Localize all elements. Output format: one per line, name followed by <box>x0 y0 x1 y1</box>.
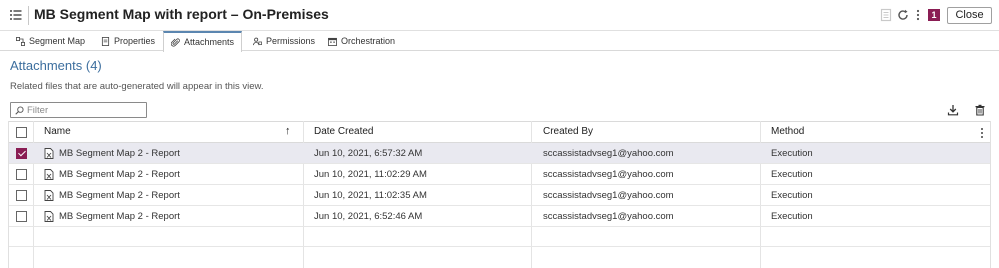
sort-ascending-icon[interactable]: ↑ <box>285 125 291 137</box>
close-button[interactable]: Close <box>947 7 992 24</box>
title-separator <box>28 6 29 25</box>
table-row[interactable]: MB Segment Map 2 - Report Jun 10, 2021, … <box>9 206 990 227</box>
row-method: Execution <box>771 169 813 180</box>
row-date-created: Jun 10, 2021, 11:02:35 AM <box>314 190 427 201</box>
document-icon[interactable] <box>879 8 893 22</box>
report-file-icon <box>44 211 54 222</box>
paperclip-icon <box>171 38 180 47</box>
table-row[interactable]: MB Segment Map 2 - Report Jun 10, 2021, … <box>9 164 990 185</box>
column-header-date-created[interactable]: Date Created <box>314 126 373 137</box>
report-file-icon <box>44 190 54 201</box>
row-created-by: sccassistadvseg1@yahoo.com <box>543 148 674 159</box>
attachments-table: Name ↑ Date Created Created By Method MB… <box>8 121 991 268</box>
more-options-icon[interactable] <box>911 8 925 22</box>
refresh-icon[interactable] <box>896 8 910 22</box>
tab-attachments[interactable]: Attachments <box>163 31 243 52</box>
tab-label: Segment Map <box>29 35 86 46</box>
column-header-method[interactable]: Method <box>771 126 804 137</box>
row-checkbox[interactable] <box>16 211 27 222</box>
row-name: MB Segment Map 2 - Report <box>59 148 180 159</box>
row-created-by: sccassistadvseg1@yahoo.com <box>543 211 674 222</box>
row-name: MB Segment Map 2 - Report <box>59 211 180 222</box>
column-header-created-by[interactable]: Created By <box>543 126 593 137</box>
filter-input-box[interactable] <box>10 102 147 118</box>
report-file-icon <box>44 169 54 180</box>
page-title: MB Segment Map with report – On-Premises <box>34 6 329 22</box>
tab-segment-map[interactable]: Segment Map <box>9 31 92 51</box>
attachments-info-text: Related files that are auto-generated wi… <box>10 81 264 92</box>
report-file-icon <box>44 148 54 159</box>
row-checkbox[interactable] <box>16 169 27 180</box>
row-checkbox[interactable] <box>16 190 27 201</box>
attachments-heading: Attachments (4) <box>10 58 102 73</box>
row-date-created: Jun 10, 2021, 6:52:46 AM <box>314 211 423 222</box>
download-icon[interactable] <box>947 104 959 116</box>
segment-map-icon <box>16 36 25 46</box>
row-name: MB Segment Map 2 - Report <box>59 169 180 180</box>
column-options-icon[interactable] <box>979 127 985 139</box>
row-date-created: Jun 10, 2021, 11:02:29 AM <box>314 169 427 180</box>
row-date-created: Jun 10, 2021, 6:57:32 AM <box>314 148 423 159</box>
table-row[interactable]: MB Segment Map 2 - Report Jun 10, 2021, … <box>9 143 990 164</box>
column-header-name[interactable]: Name <box>44 126 71 137</box>
tab-label: Properties <box>114 35 156 46</box>
permissions-icon <box>253 37 262 45</box>
orchestration-icon <box>328 37 337 46</box>
row-method: Execution <box>771 190 813 201</box>
tab-permissions[interactable]: Permissions <box>246 31 322 51</box>
table-header: Name ↑ Date Created Created By Method <box>9 121 990 143</box>
delete-icon[interactable] <box>974 104 986 116</box>
search-icon <box>15 106 24 115</box>
tab-properties[interactable]: Properties <box>94 31 162 51</box>
tab-bar: Segment Map Properties Attachments Permi… <box>0 31 999 52</box>
row-method: Execution <box>771 211 813 222</box>
select-all-checkbox[interactable] <box>16 127 27 138</box>
notification-badge[interactable]: 1 <box>928 9 940 21</box>
tab-label: Orchestration <box>341 35 396 46</box>
properties-icon <box>101 36 110 46</box>
tab-orchestration[interactable]: Orchestration <box>321 31 402 51</box>
filter-input[interactable] <box>27 104 145 116</box>
row-method: Execution <box>771 148 813 159</box>
menu-icon[interactable] <box>9 8 23 22</box>
row-checkbox[interactable] <box>16 148 27 159</box>
row-created-by: sccassistadvseg1@yahoo.com <box>543 190 674 201</box>
tab-label: Permissions <box>266 35 316 46</box>
row-created-by: sccassistadvseg1@yahoo.com <box>543 169 674 180</box>
row-name: MB Segment Map 2 - Report <box>59 190 180 201</box>
table-row[interactable]: MB Segment Map 2 - Report Jun 10, 2021, … <box>9 185 990 206</box>
title-bar: MB Segment Map with report – On-Premises… <box>0 0 999 31</box>
tab-label: Attachments <box>184 37 235 47</box>
empty-table-row <box>9 227 990 247</box>
